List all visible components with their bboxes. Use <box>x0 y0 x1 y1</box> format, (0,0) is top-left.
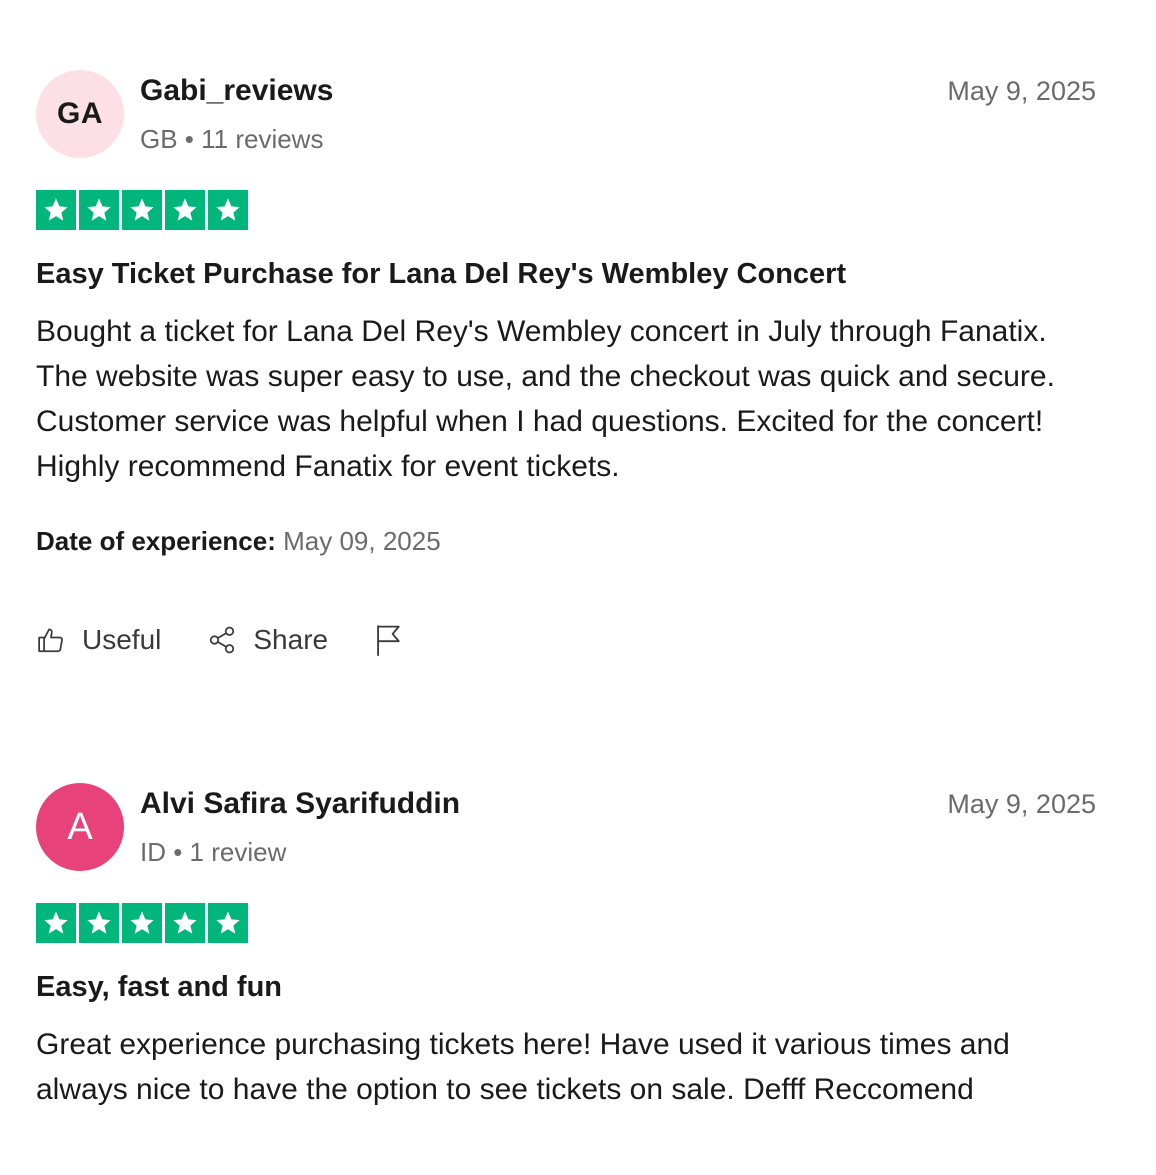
star-icon <box>122 903 162 943</box>
review-body: Great experience purchasing tickets here… <box>36 1028 1010 1106</box>
review-date: May 9, 2025 <box>947 789 1096 819</box>
flag-icon <box>374 623 404 657</box>
reviewer-name[interactable]: Gabi_reviews <box>140 74 333 108</box>
share-label: Share <box>253 624 329 655</box>
review-card: A Alvi Safira Syarifuddin ID • 1 review … <box>36 783 1096 1106</box>
review-body: Bought a ticket for Lana Del Rey's Wembl… <box>36 315 1055 483</box>
review-title[interactable]: Easy Ticket Purchase for Lana Del Rey's … <box>36 258 846 291</box>
report-button[interactable] <box>374 623 420 657</box>
star-rating <box>36 903 248 943</box>
review-date: May 9, 2025 <box>947 76 1096 106</box>
review-title[interactable]: Easy, fast and fun <box>36 971 282 1004</box>
star-icon <box>165 190 205 230</box>
reviewer-meta: GB • 11 reviews <box>140 124 324 154</box>
share-button[interactable]: Share <box>207 624 328 656</box>
review-card: GA Gabi_reviews GB • 11 reviews May 9, 2… <box>36 70 1096 656</box>
date-of-experience: Date of experience: May 09, 2025 <box>36 526 441 557</box>
reviewer-name[interactable]: Alvi Safira Syarifuddin <box>140 787 460 821</box>
experience-date: May 09, 2025 <box>283 526 441 556</box>
thumbs-up-icon <box>36 625 66 655</box>
review-actions: Useful Share <box>36 620 420 660</box>
star-icon <box>36 903 76 943</box>
share-icon <box>207 625 237 655</box>
star-icon <box>165 903 205 943</box>
star-icon <box>122 190 162 230</box>
avatar-initials: GA <box>57 97 103 130</box>
star-icon <box>208 190 248 230</box>
star-icon <box>79 190 119 230</box>
review-header: GA Gabi_reviews GB • 11 reviews May 9, 2… <box>36 70 1096 160</box>
star-icon <box>79 903 119 943</box>
avatar-initials: A <box>67 806 93 848</box>
avatar[interactable]: A <box>36 783 124 871</box>
star-icon <box>36 190 76 230</box>
avatar[interactable]: GA <box>36 70 124 158</box>
experience-label: Date of experience: <box>36 526 276 556</box>
useful-label: Useful <box>82 624 162 655</box>
useful-button[interactable]: Useful <box>36 624 161 656</box>
star-icon <box>208 903 248 943</box>
star-rating <box>36 190 248 230</box>
review-header: A Alvi Safira Syarifuddin ID • 1 review … <box>36 783 1096 873</box>
reviewer-meta: ID • 1 review <box>140 837 287 867</box>
